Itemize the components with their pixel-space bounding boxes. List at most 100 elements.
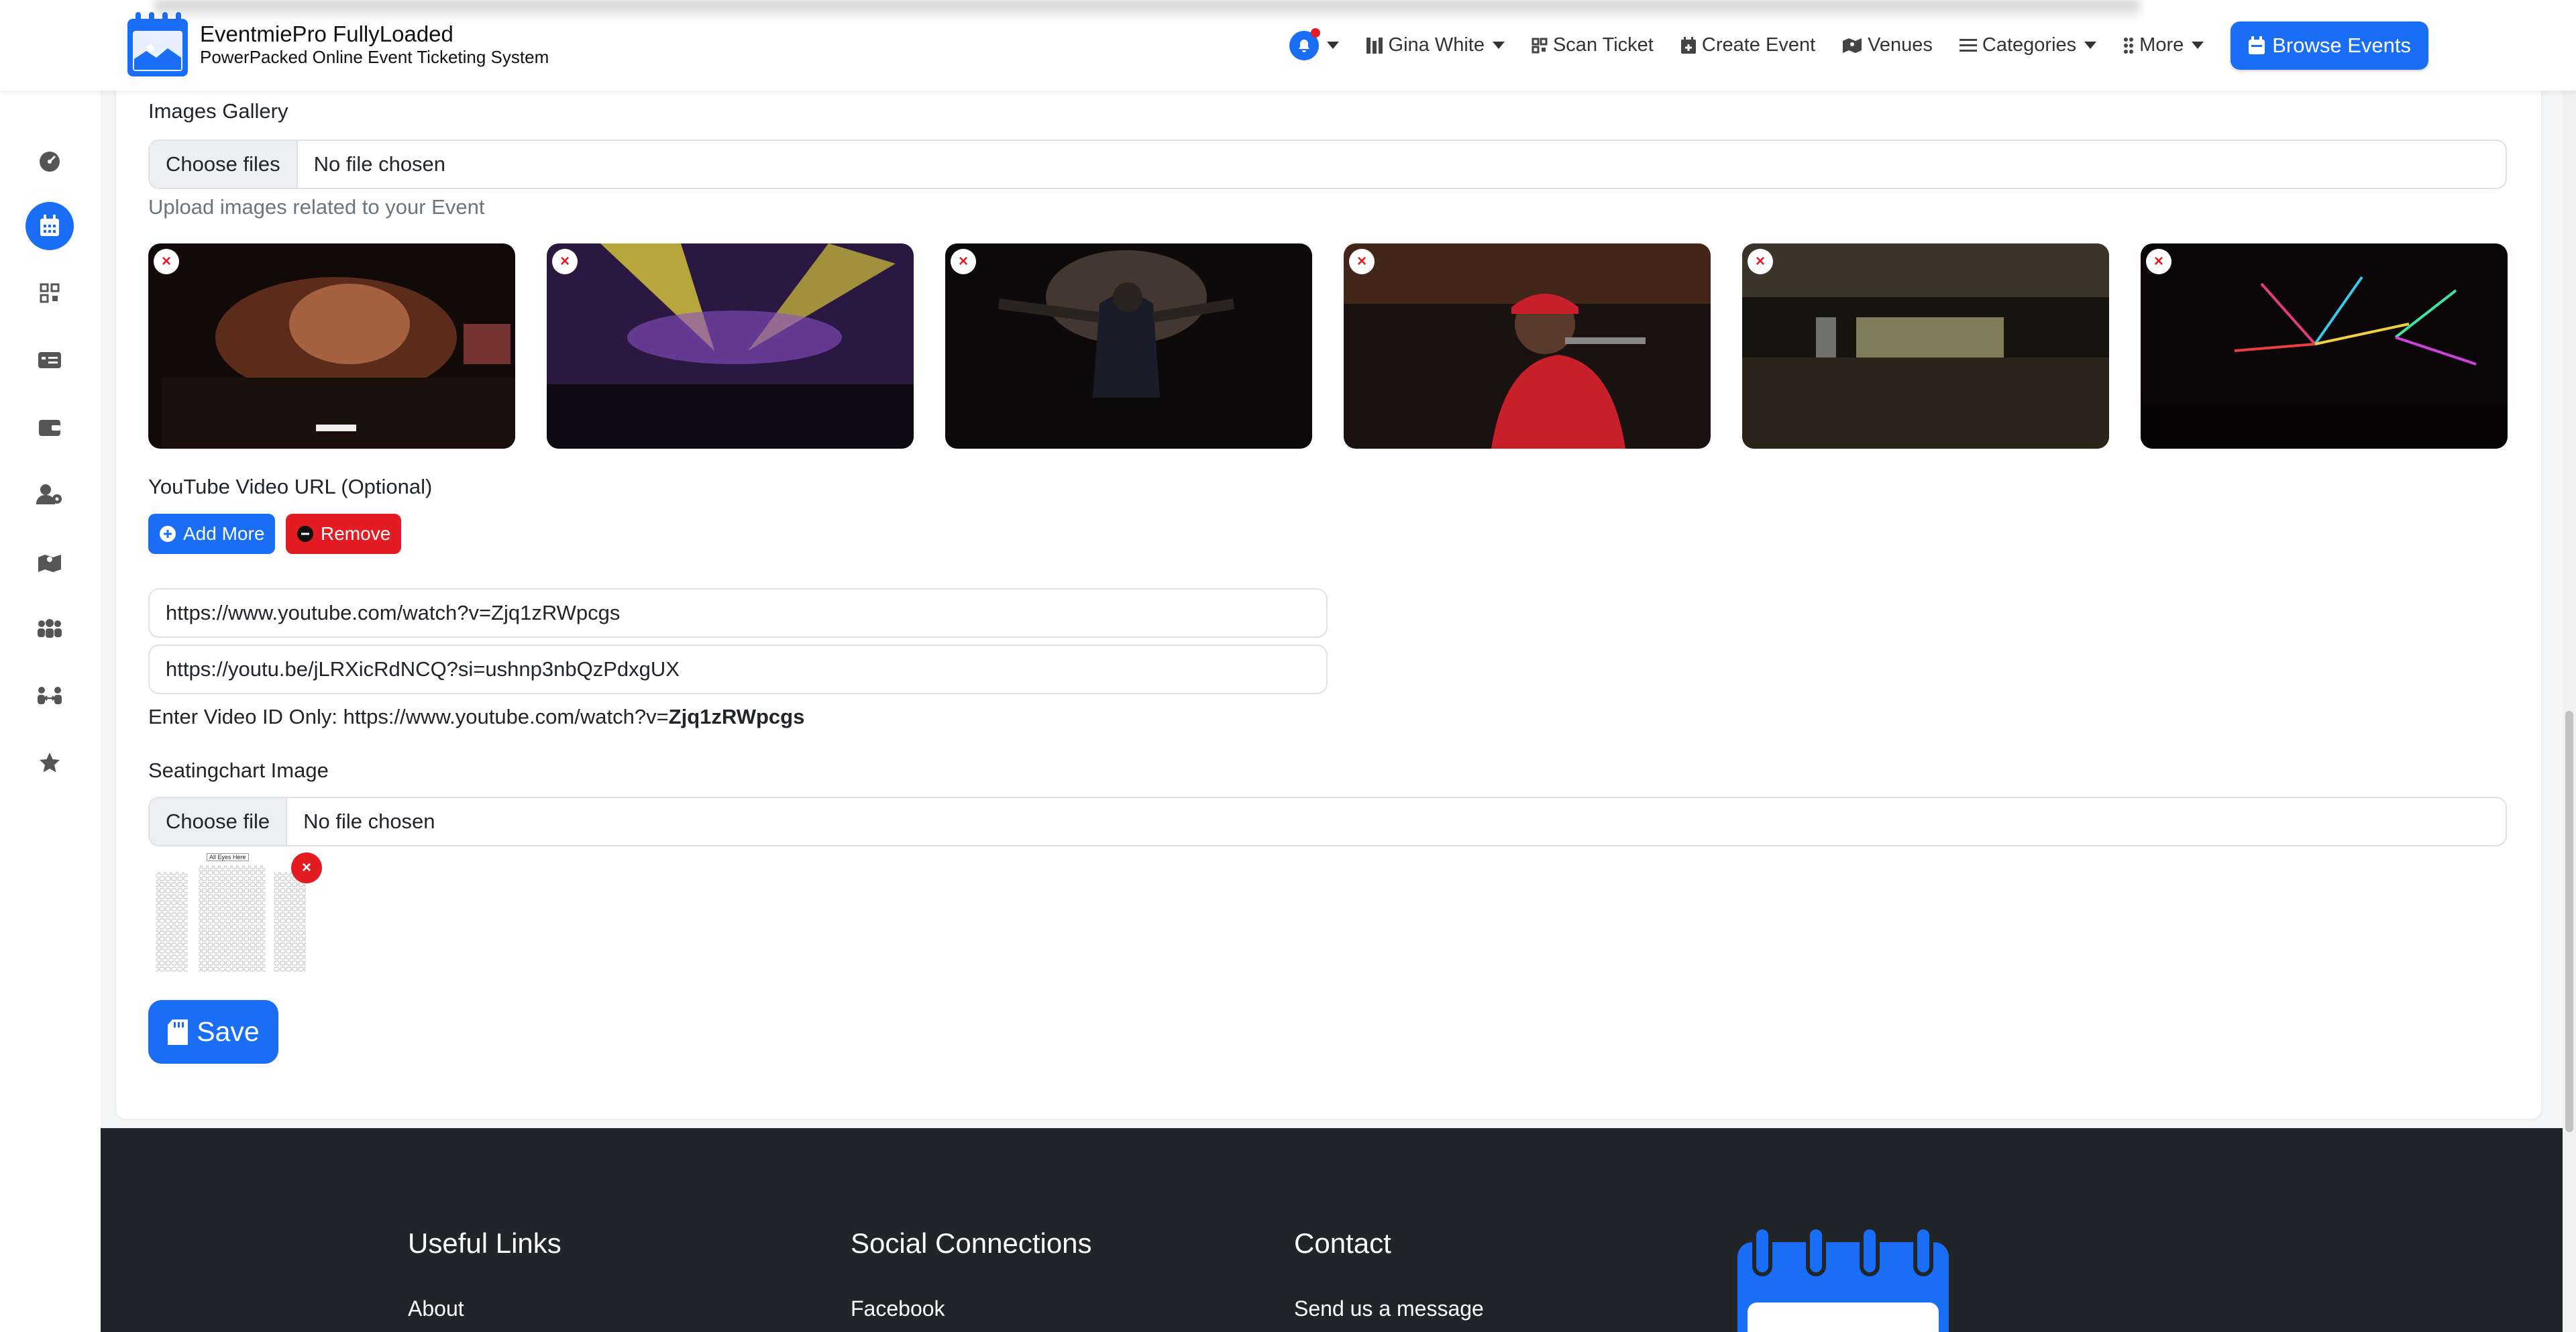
gallery-choose-button[interactable]: Choose files	[150, 141, 298, 188]
chevron-down-icon	[1492, 42, 1505, 49]
sidebar-item-events[interactable]	[25, 202, 74, 250]
chevron-down-icon	[1326, 42, 1339, 49]
sidebar-item-attendees[interactable]	[25, 470, 74, 518]
footer-facebook-link[interactable]: Facebook	[851, 1296, 945, 1321]
user-name: Gina White	[1388, 34, 1485, 56]
chevron-down-icon	[2192, 42, 2204, 49]
categories-label: Categories	[1982, 34, 2077, 56]
gallery-help-text: Upload images related to your Event	[148, 195, 485, 219]
user-menu[interactable]: Gina White	[1366, 34, 1505, 56]
remove-label: Remove	[321, 523, 391, 544]
gallery-image-3: ×	[945, 243, 1312, 449]
seatingchart-choose-button[interactable]: Choose file	[150, 798, 288, 845]
create-event-label: Create Event	[1701, 34, 1816, 56]
sidebar-item-venues[interactable]	[25, 537, 74, 586]
seatingchart-file-status: No file chosen	[303, 810, 435, 833]
gallery-image-4: ×	[1344, 243, 1711, 449]
gallery-image-1: ×	[148, 243, 515, 449]
calendar-icon	[2249, 36, 2265, 54]
sidebar-item-reviews[interactable]	[25, 738, 74, 787]
venues-link[interactable]: Venues	[1842, 34, 1933, 56]
scan-ticket-link[interactable]: Scan Ticket	[1532, 34, 1654, 56]
sd-card-icon	[168, 1019, 189, 1045]
remove-image-6-button[interactable]: ×	[2146, 249, 2171, 274]
youtube-hint-id: Zjq1zRWpcgs	[668, 705, 805, 728]
seatingchart-caption: All Eyes Here	[207, 853, 249, 861]
footer-useful-links-heading: Useful Links	[408, 1227, 561, 1259]
brand-text[interactable]: EventmiePro FullyLoaded PowerPacked Onli…	[200, 21, 549, 67]
remove-image-5-button[interactable]: ×	[1748, 249, 1773, 274]
gallery-file-status: No file chosen	[313, 152, 446, 176]
dashboard-icon	[1366, 37, 1383, 54]
create-event-link[interactable]: Create Event	[1680, 34, 1815, 56]
dropdown-shadow	[154, 0, 2140, 20]
gauge-icon	[40, 152, 60, 172]
notification-dot	[1310, 27, 1320, 38]
youtube-hint: Enter Video ID Only: https://www.youtube…	[148, 705, 804, 729]
ticket-icon	[38, 352, 61, 368]
remove-button[interactable]: Remove	[286, 514, 402, 554]
sidebar-item-users[interactable]	[25, 671, 74, 720]
people-group-icon	[38, 619, 62, 638]
brand-subtitle: PowerPacked Online Event Ticketing Syste…	[200, 47, 549, 67]
gallery-image-5: ×	[1742, 243, 2109, 449]
sidebar-item-organizers[interactable]	[25, 604, 74, 653]
notifications-menu[interactable]	[1289, 27, 1339, 60]
qrcode-icon	[1532, 38, 1548, 53]
page-scrollbar-thumb[interactable]	[2565, 711, 2573, 1132]
youtube-hint-prefix: Enter Video ID Only: https://www.youtube…	[148, 705, 669, 728]
more-menu[interactable]: More	[2123, 34, 2204, 56]
qrcode-icon	[40, 283, 60, 303]
sidebar-item-scan[interactable]	[25, 269, 74, 317]
browse-events-button[interactable]: Browse Events	[2231, 21, 2428, 70]
categories-menu[interactable]: Categories	[1959, 34, 2097, 56]
grip-icon	[2124, 37, 2134, 54]
calendar-plus-icon	[1680, 36, 1696, 54]
sidebar-item-dashboard[interactable]	[25, 137, 74, 186]
map-icon	[1843, 38, 1862, 53]
more-label: More	[2139, 34, 2184, 56]
gallery-label: Images Gallery	[148, 99, 288, 123]
save-label: Save	[197, 1016, 260, 1047]
brand-logo[interactable]	[126, 11, 190, 78]
footer-contact-heading: Contact	[1294, 1227, 1391, 1259]
user-gear-icon	[36, 484, 62, 504]
remove-image-2-button[interactable]: ×	[552, 249, 578, 274]
footer-about-link[interactable]: About	[408, 1296, 464, 1321]
seatingchart-preview: All Eyes Here	[153, 852, 311, 973]
footer-send-message-link[interactable]: Send us a message	[1294, 1296, 1484, 1321]
venues-label: Venues	[1868, 34, 1933, 56]
brand-title: EventmiePro FullyLoaded	[200, 21, 453, 46]
people-arrows-icon	[38, 687, 62, 704]
map-location-icon	[38, 555, 61, 572]
sidebar-item-bookings[interactable]	[25, 336, 74, 384]
gallery-file-input[interactable]: Choose files No file chosen	[148, 140, 2507, 189]
youtube-label: YouTube Video URL (Optional)	[148, 475, 433, 498]
wallet-icon	[39, 420, 60, 436]
add-more-button[interactable]: Add More	[148, 514, 276, 554]
seatingchart-file-input[interactable]: Choose file No file chosen	[148, 797, 2507, 846]
remove-image-3-button[interactable]: ×	[951, 249, 976, 274]
gallery-image-6: ×	[2141, 243, 2508, 449]
remove-image-1-button[interactable]: ×	[154, 249, 179, 274]
gallery-image-2: ×	[547, 243, 914, 449]
plus-circle-icon	[160, 526, 176, 542]
add-more-label: Add More	[183, 523, 265, 544]
remove-seatingchart-button[interactable]: ×	[291, 852, 322, 883]
calendar-icon	[40, 215, 59, 236]
sidebar	[0, 91, 101, 1332]
chevron-down-icon	[2084, 42, 2097, 49]
minus-circle-icon	[297, 526, 313, 542]
save-button[interactable]: Save	[148, 1000, 278, 1064]
youtube-url-input-1[interactable]: https://www.youtube.com/watch?v=Zjq1zRWp…	[148, 588, 1328, 638]
list-icon	[1959, 38, 1977, 52]
footer-logo	[1734, 1222, 1952, 1332]
seatingchart-label: Seatingchart Image	[148, 759, 329, 782]
remove-image-4-button[interactable]: ×	[1349, 249, 1375, 274]
youtube-url-input-2[interactable]: https://youtu.be/jLRXicRdNCQ?si=ushnp3nb…	[148, 645, 1328, 694]
main-nav: Gina White Scan Ticket Create Event Venu…	[1289, 20, 2428, 70]
sidebar-item-wallet[interactable]	[25, 403, 74, 451]
browse-events-label: Browse Events	[2272, 33, 2411, 57]
star-icon	[40, 753, 60, 773]
bell-icon	[1289, 27, 1320, 60]
